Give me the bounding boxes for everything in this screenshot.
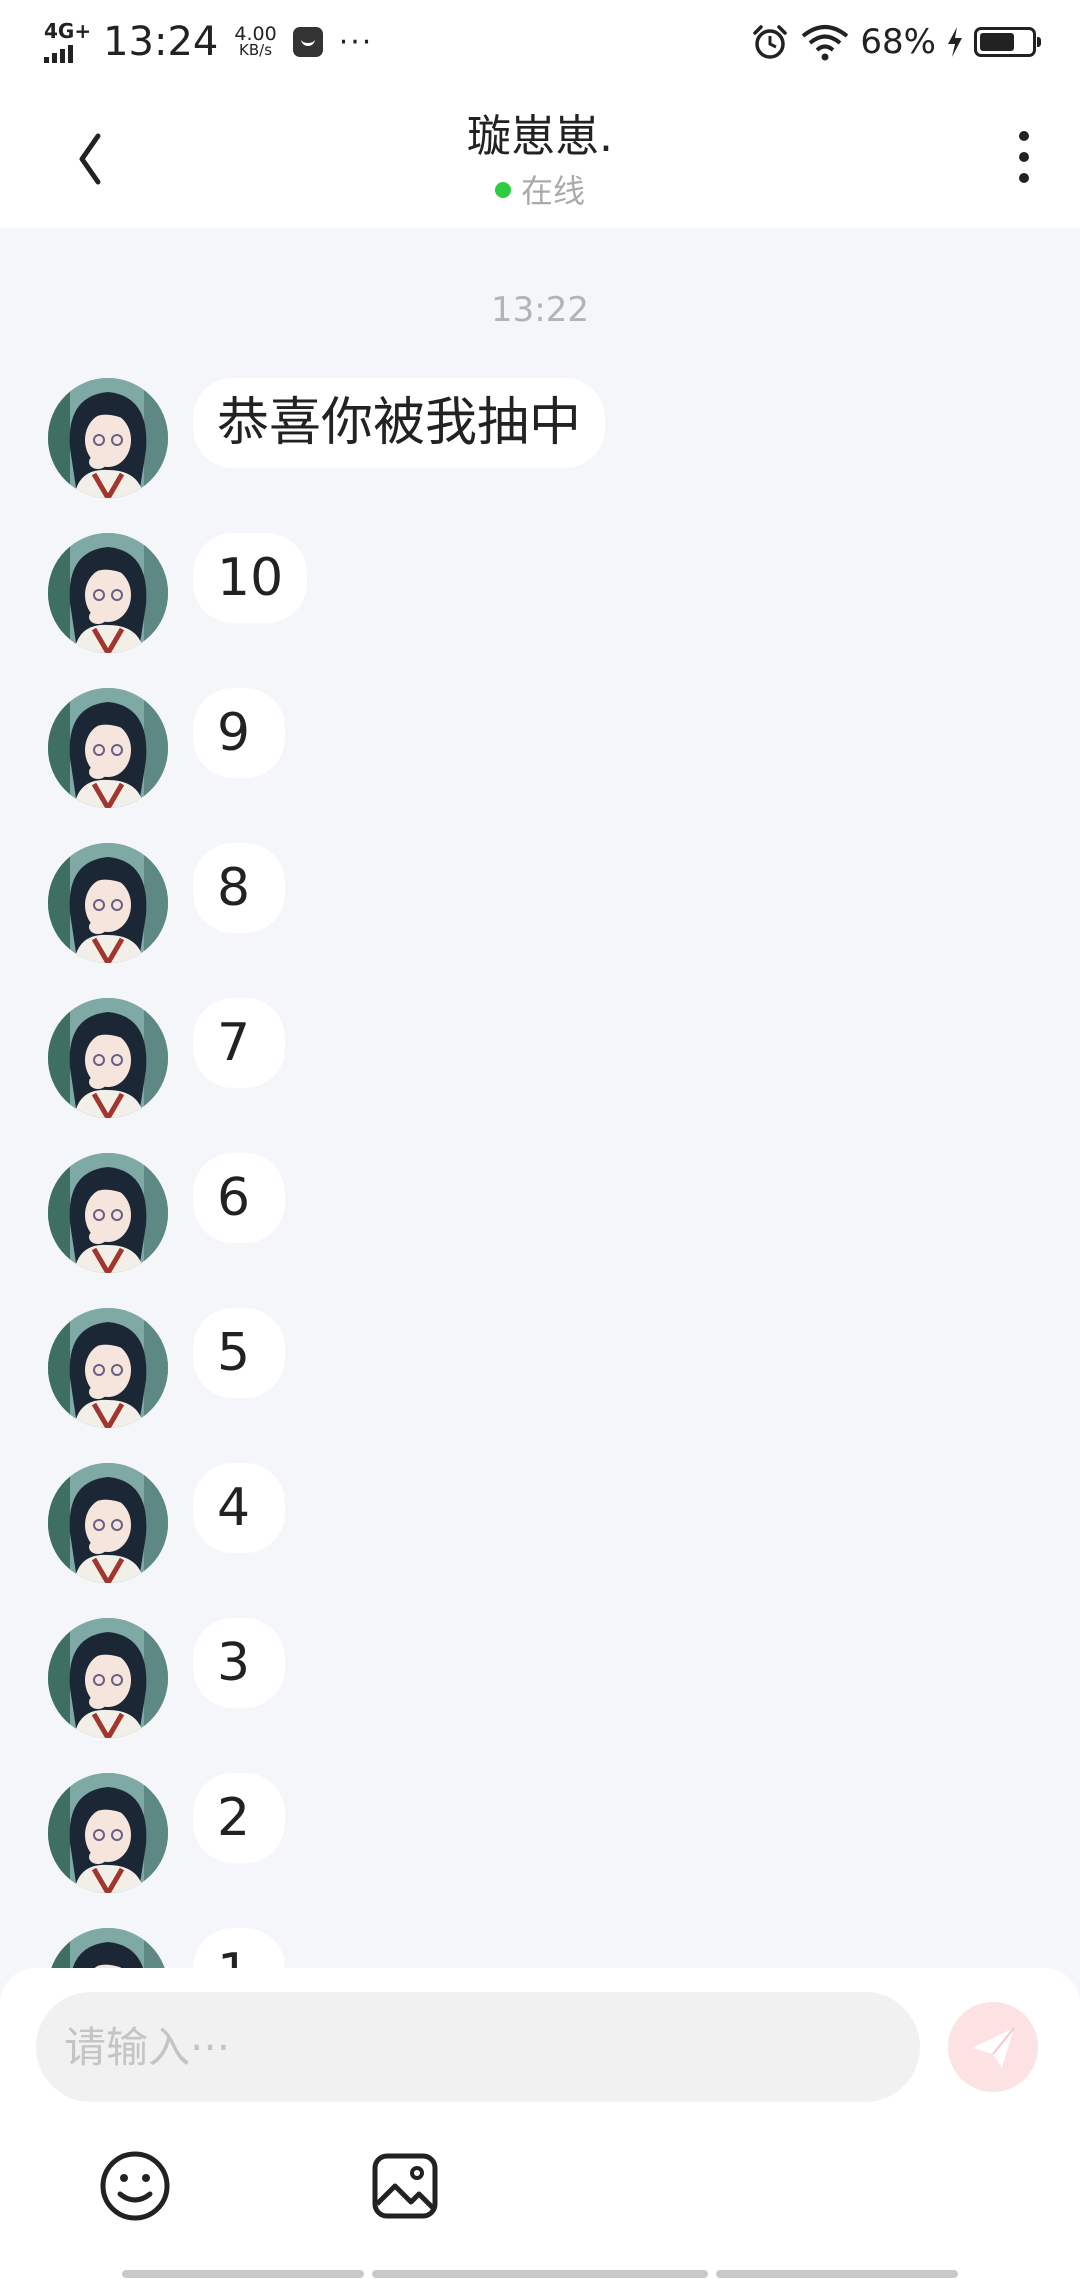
nav-bar-segment bbox=[716, 2270, 958, 2278]
sender-avatar[interactable] bbox=[48, 843, 168, 963]
message-timestamp: 13:22 bbox=[491, 290, 589, 330]
network-speed-value: 4.00 bbox=[234, 23, 277, 45]
sender-avatar[interactable] bbox=[48, 1308, 168, 1428]
sender-avatar[interactable] bbox=[48, 533, 168, 653]
send-button[interactable] bbox=[948, 2002, 1038, 2092]
message-bubble[interactable]: 9 bbox=[193, 688, 285, 778]
status-right: 68% bbox=[750, 14, 1041, 70]
more-notifications-icon: ··· bbox=[338, 24, 374, 60]
network-speed: 4.00 KB/s bbox=[234, 23, 277, 59]
chat-area[interactable]: 13:22 恭喜你被我抽中 10 9 8 7 6 5 4 3 2 1 bbox=[0, 228, 1080, 1968]
battery-icon bbox=[974, 27, 1041, 57]
message-bubble[interactable]: 7 bbox=[193, 998, 285, 1088]
message-row: 1 bbox=[0, 1928, 1080, 1968]
message-row: 5 bbox=[0, 1308, 1080, 1463]
nav-bar-segment bbox=[122, 2270, 364, 2278]
sender-avatar[interactable] bbox=[48, 1773, 168, 1893]
message-row: 8 bbox=[0, 843, 1080, 998]
chat-header: 璇崽崽. 在线 bbox=[0, 82, 1080, 228]
presence-status: 在线 bbox=[0, 166, 1080, 212]
network-type: 4G+ bbox=[44, 19, 92, 43]
online-dot-icon bbox=[494, 182, 511, 198]
more-options-button[interactable] bbox=[980, 124, 1050, 194]
message-bubble[interactable]: 1 bbox=[193, 1928, 285, 1968]
wifi-icon bbox=[802, 25, 849, 61]
message-list: 恭喜你被我抽中 10 9 8 7 6 5 4 3 2 1 bbox=[0, 378, 1080, 1968]
sender-avatar[interactable] bbox=[48, 688, 168, 808]
message-bubble[interactable]: 5 bbox=[193, 1308, 285, 1398]
contact-name: 璇崽崽. bbox=[467, 111, 613, 162]
message-bubble[interactable]: 10 bbox=[193, 533, 308, 623]
network-speed-unit: KB/s bbox=[239, 41, 273, 59]
message-bubble[interactable]: 3 bbox=[193, 1618, 285, 1708]
message-bubble[interactable]: 恭喜你被我抽中 bbox=[193, 378, 606, 468]
emoji-icon bbox=[100, 2151, 170, 2221]
sender-avatar[interactable] bbox=[48, 1928, 168, 1968]
send-icon bbox=[972, 2027, 1015, 2068]
signal-icon: 4G+ bbox=[44, 21, 91, 63]
status-bar: 4G+ 13:24 4.00 KB/s ··· 68% bbox=[0, 0, 1080, 82]
message-row: 7 bbox=[0, 998, 1080, 1153]
message-bubble[interactable]: 6 bbox=[193, 1153, 285, 1243]
alarm-icon bbox=[753, 25, 788, 59]
message-row: 3 bbox=[0, 1618, 1080, 1773]
sender-avatar[interactable] bbox=[48, 1153, 168, 1273]
message-row: 恭喜你被我抽中 bbox=[0, 378, 1080, 533]
message-bubble[interactable]: 8 bbox=[193, 843, 285, 933]
message-row: 4 bbox=[0, 1463, 1080, 1618]
message-row: 10 bbox=[0, 533, 1080, 688]
app-notification-icon bbox=[292, 27, 323, 57]
charging-icon bbox=[948, 27, 962, 57]
battery-percent: 68% bbox=[860, 22, 936, 62]
message-row: 6 bbox=[0, 1153, 1080, 1308]
status-time: 13:24 bbox=[103, 19, 219, 65]
message-input[interactable] bbox=[36, 1992, 920, 2102]
sender-avatar[interactable] bbox=[48, 1463, 168, 1583]
status-left: 4G+ 13:24 4.00 KB/s ··· bbox=[44, 14, 373, 70]
presence-label: 在线 bbox=[520, 172, 585, 210]
more-vertical-icon bbox=[1019, 131, 1029, 183]
composer-panel bbox=[0, 1968, 1080, 2280]
message-bubble[interactable]: 2 bbox=[193, 1773, 285, 1863]
message-row: 2 bbox=[0, 1773, 1080, 1928]
image-button[interactable] bbox=[365, 2146, 445, 2226]
emoji-button[interactable] bbox=[95, 2146, 175, 2226]
sender-avatar[interactable] bbox=[48, 998, 168, 1118]
nav-bar-segment bbox=[372, 2270, 708, 2278]
image-icon bbox=[372, 2153, 438, 2219]
message-bubble[interactable]: 4 bbox=[193, 1463, 285, 1553]
sender-avatar[interactable] bbox=[48, 1618, 168, 1738]
sender-avatar[interactable] bbox=[48, 378, 168, 498]
message-row: 9 bbox=[0, 688, 1080, 843]
